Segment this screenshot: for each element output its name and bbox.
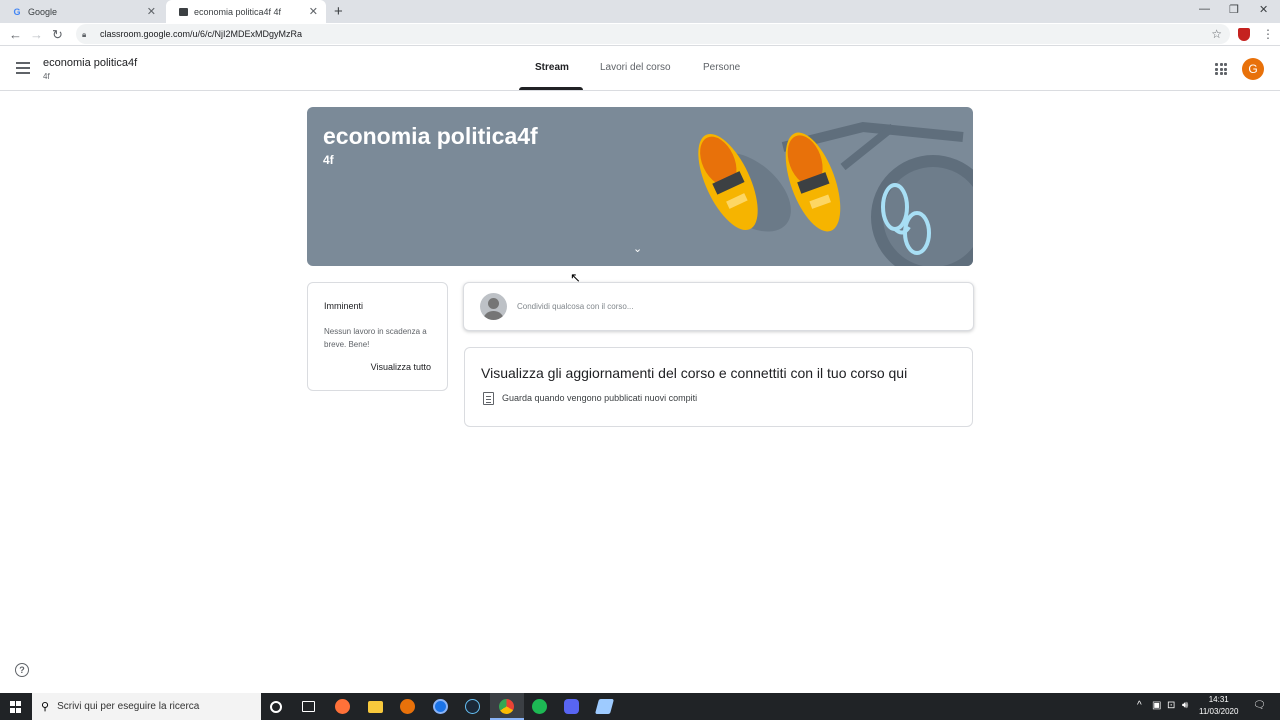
taskbar-clock[interactable]: 14:31 11/03/2020 — [1199, 694, 1238, 718]
help-icon[interactable]: ? — [15, 663, 29, 677]
back-icon[interactable]: ← — [9, 27, 22, 42]
tab-lavori-del-corso[interactable]: Lavori del corso — [600, 62, 671, 73]
google-apps-icon[interactable] — [1215, 63, 1227, 75]
restore-icon[interactable]: ❐ — [1229, 3, 1239, 16]
bookmark-star-icon[interactable]: ☆ — [1211, 27, 1222, 41]
app-icon[interactable] — [400, 699, 415, 714]
course-section: 4f — [43, 72, 50, 81]
user-avatar-icon — [480, 293, 507, 320]
mouse-cursor-icon: ↖ — [570, 270, 581, 285]
tab-label: economia politica4f 4f — [194, 6, 282, 17]
info-heading: Visualizza gli aggiornamenti del corso e… — [481, 365, 908, 381]
course-title[interactable]: economia politica4f — [43, 57, 137, 69]
tray-chevron-up-icon[interactable]: ^ — [1137, 700, 1142, 711]
clock-date: 11/03/2020 — [1199, 707, 1239, 716]
chevron-down-icon[interactable]: ⌄ — [633, 242, 642, 255]
tab-stream[interactable]: Stream — [535, 62, 569, 73]
notepad-icon[interactable] — [594, 699, 615, 714]
active-tab-indicator — [519, 87, 583, 90]
address-input[interactable]: 🔒︎ classroom.google.com/u/6/c/NjI2MDExMD… — [76, 24, 1230, 44]
network-icon[interactable]: ⊡ — [1167, 700, 1175, 711]
discord-icon[interactable] — [564, 699, 579, 714]
share-placeholder: Condividi qualcosa con il corso... — [517, 302, 634, 311]
upcoming-heading: Imminenti — [324, 301, 364, 311]
assignment-icon — [483, 392, 494, 405]
stream-info-card: Visualizza gli aggiornamenti del corso e… — [464, 347, 973, 427]
chrome-icon[interactable] — [499, 699, 514, 714]
extension-shield-icon[interactable] — [1238, 28, 1250, 41]
new-tab-icon[interactable]: + — [334, 3, 343, 20]
browser-tab-bar: G Google ✕ economia politica4f 4f ✕ + — … — [0, 0, 1280, 23]
view-all-link[interactable]: Visualizza tutto — [371, 362, 431, 372]
url-text: classroom.google.com/u/6/c/NjI2MDExMDgyM… — [100, 29, 303, 39]
browser-tab-classroom[interactable]: economia politica4f 4f ✕ — [166, 0, 326, 23]
task-view-icon[interactable] — [302, 701, 315, 712]
tray-app-icon[interactable]: ▣ — [1152, 700, 1161, 711]
tab-label: Google — [28, 6, 58, 17]
browser-tab-google[interactable]: G Google ✕ — [0, 0, 164, 23]
tab-persone[interactable]: Persone — [703, 62, 740, 73]
course-banner: economia politica4f 4f ⌄ — [307, 107, 973, 266]
google-favicon-icon: G — [13, 6, 21, 17]
notifications-icon[interactable]: 🗨︎ — [1253, 700, 1266, 711]
firefox-icon[interactable] — [335, 699, 350, 714]
address-bar-row: ← → ↻ 🔒︎ classroom.google.com/u/6/c/NjI2… — [0, 23, 1280, 46]
taskbar-search-input[interactable]: ⚲ Scrivi qui per eseguire la ricerca — [32, 693, 261, 720]
forward-icon[interactable]: → — [30, 27, 43, 42]
lock-icon: 🔒︎ — [82, 29, 87, 39]
windows-taskbar: ⚲ Scrivi qui per eseguire la ricerca ^ ▣… — [0, 693, 1280, 720]
cortana-icon[interactable] — [270, 701, 282, 713]
close-tab-icon[interactable]: ✕ — [309, 5, 318, 18]
sync-app-icon[interactable] — [433, 699, 448, 714]
hamburger-menu-icon[interactable] — [16, 62, 30, 77]
avatar[interactable]: G — [1242, 58, 1264, 80]
file-explorer-icon[interactable] — [368, 701, 383, 713]
reload-icon[interactable]: ↻ — [52, 27, 63, 43]
spotify-icon[interactable] — [532, 699, 547, 714]
steam-icon[interactable] — [465, 699, 480, 714]
minimize-icon[interactable]: — — [1199, 3, 1210, 15]
classroom-favicon-icon — [178, 7, 188, 17]
banner-title: economia politica4f — [323, 123, 538, 149]
search-icon: ⚲ — [41, 701, 50, 713]
browser-menu-icon[interactable]: ⋮ — [1262, 27, 1274, 41]
upcoming-message: Nessun lavoro in scadenza a breve. Bene! — [324, 327, 427, 349]
close-tab-icon[interactable]: ✕ — [147, 5, 156, 18]
windows-start-icon[interactable] — [10, 701, 22, 713]
upcoming-card: Imminenti Nessun lavoro in scadenza a br… — [307, 282, 448, 391]
taskbar-search-placeholder: Scrivi qui per eseguire la ricerca — [57, 701, 200, 712]
sports-illustration — [698, 121, 973, 266]
close-window-icon[interactable]: ✕ — [1259, 3, 1268, 16]
volume-icon[interactable]: 🔊︎ — [1182, 700, 1188, 711]
info-line: Guarda quando vengono pubblicati nuovi c… — [502, 393, 698, 403]
classroom-header: economia politica4f 4f Stream Lavori del… — [0, 47, 1280, 91]
clock-time: 14:31 — [1208, 695, 1229, 704]
share-box[interactable]: Condividi qualcosa con il corso... — [463, 282, 974, 331]
banner-section: 4f — [323, 153, 334, 167]
